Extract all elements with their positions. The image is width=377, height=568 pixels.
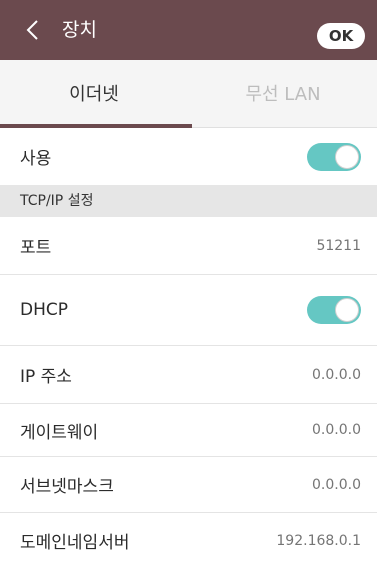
page-title: 장치	[62, 19, 97, 41]
tab-bar: 이더넷 무선 LAN	[0, 60, 377, 128]
ip-address-value: 0.0.0.0	[312, 366, 361, 383]
app-header: 장치 OK	[0, 0, 377, 60]
dns-server-value: 192.168.0.1	[276, 532, 361, 549]
port-value: 51211	[316, 237, 361, 254]
use-label: 사용	[20, 149, 52, 169]
ip-address-row[interactable]: IP 주소 0.0.0.0	[0, 346, 377, 404]
port-row[interactable]: 포트 51211	[0, 217, 377, 275]
subnet-mask-value: 0.0.0.0	[312, 476, 361, 493]
port-label: 포트	[20, 238, 52, 258]
back-button[interactable]	[18, 16, 46, 44]
gateway-row[interactable]: 게이트웨이 0.0.0.0	[0, 404, 377, 457]
tab-wireless-lan[interactable]: 무선 LAN	[189, 60, 377, 128]
ip-address-label: IP 주소	[20, 367, 72, 387]
dns-server-label: 도메인네임서버	[20, 533, 130, 553]
gateway-value: 0.0.0.0	[312, 422, 361, 438]
ok-button[interactable]: OK	[317, 23, 365, 49]
subnet-mask-label: 서브넷마스크	[20, 477, 114, 497]
dhcp-toggle[interactable]	[307, 296, 361, 324]
toggle-knob	[335, 144, 359, 169]
gateway-label: 게이트웨이	[20, 422, 99, 443]
dhcp-row: DHCP	[0, 275, 377, 346]
toggle-knob	[335, 298, 359, 322]
section-title: TCP/IP 설정	[20, 193, 94, 209]
subnet-mask-row[interactable]: 서브넷마스크 0.0.0.0	[0, 457, 377, 513]
use-toggle[interactable]	[307, 142, 361, 171]
tab-ethernet[interactable]: 이더넷	[0, 60, 188, 128]
dns-server-row[interactable]: 도메인네임서버 192.168.0.1	[0, 513, 377, 568]
dhcp-label: DHCP	[20, 300, 68, 320]
use-row: 사용	[0, 128, 377, 185]
chevron-left-icon	[26, 20, 38, 40]
section-header-tcpip: TCP/IP 설정	[0, 185, 377, 217]
